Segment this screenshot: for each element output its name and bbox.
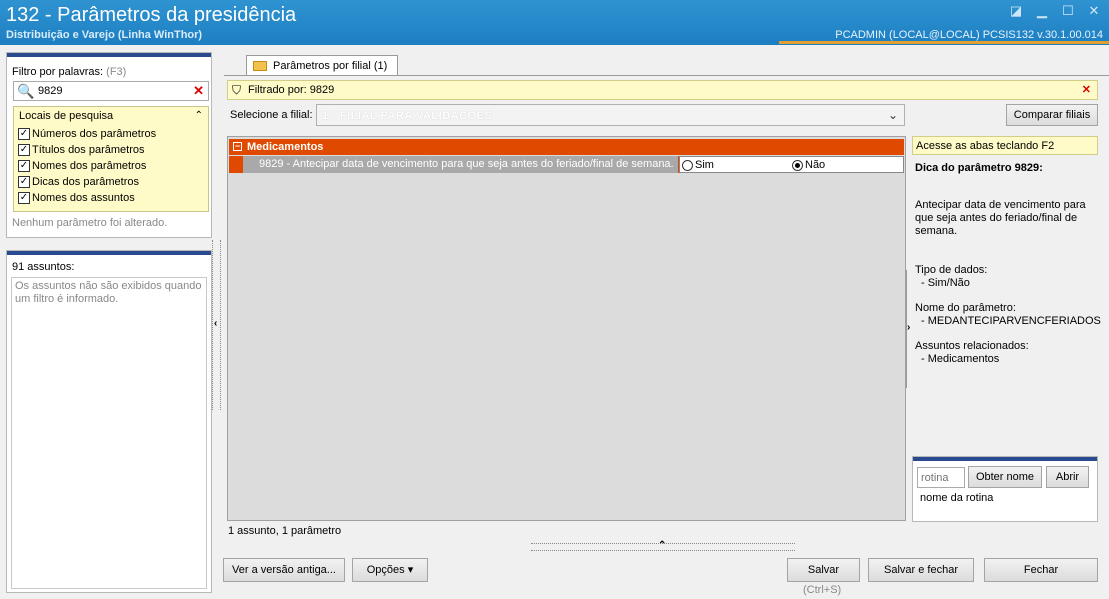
collapse-up-icon[interactable]: ⌃ bbox=[195, 110, 203, 121]
change-status: Nenhum parâmetro foi alterado. bbox=[12, 217, 168, 229]
routine-name: nome da rotina bbox=[920, 492, 994, 504]
maximize-icon[interactable]: ☐ bbox=[1061, 4, 1075, 18]
user-info: PCADMIN (LOCAL@LOCAL) PCSIS132 v.30.1.00… bbox=[835, 29, 1103, 41]
open-routine-button[interactable]: Abrir bbox=[1046, 466, 1089, 488]
chevron-left-icon[interactable]: ‹ bbox=[214, 318, 217, 329]
old-version-button[interactable]: Ver a versão antiga... bbox=[223, 558, 345, 582]
panel-header-bar bbox=[7, 53, 211, 57]
filter-info-bar: ⛉ Filtrado por: 9829 ✕ bbox=[227, 80, 1098, 100]
branch-select-value: 1 - FILIAL PARA VALIDACOES bbox=[322, 110, 493, 122]
table-row[interactable]: 9829 - Antecipar data de vencimento para… bbox=[229, 156, 904, 173]
tip-title: Dica do parâmetro 9829: bbox=[915, 162, 1043, 174]
subjects-count: 91 assuntos: bbox=[12, 261, 75, 273]
filter-shortcut-hint: (F3) bbox=[106, 66, 127, 78]
options-label: Opções bbox=[366, 564, 405, 576]
tabs-hint: Acesse as abas teclando F2 bbox=[912, 136, 1098, 155]
checkbox-label: Números dos parâmetros bbox=[32, 128, 157, 140]
radio-sim[interactable]: Sim bbox=[682, 159, 714, 171]
radio-label: Sim bbox=[695, 159, 714, 171]
options-button[interactable]: Opções ▾ bbox=[352, 558, 428, 582]
tip-text: Antecipar data de vencimento para que se… bbox=[915, 199, 1086, 237]
checkbox-label: Dicas dos parâmetros bbox=[32, 176, 139, 188]
parameter-description: 9829 - Antecipar data de vencimento para… bbox=[243, 156, 678, 173]
bottom-splitter[interactable]: ⌃ bbox=[531, 540, 795, 551]
chevron-up-icon[interactable]: ⌃ bbox=[658, 540, 666, 551]
save-button[interactable]: Salvar bbox=[787, 558, 860, 582]
save-and-close-button[interactable]: Salvar e fechar bbox=[868, 558, 974, 582]
filter-label-text: Filtro por palavras: bbox=[12, 66, 104, 78]
checkbox-label: Títulos dos parâmetros bbox=[32, 144, 145, 156]
checkbox-checked-icon[interactable]: ✓ bbox=[18, 128, 30, 140]
window-subtitle: Distribuição e Varejo (Linha WinThor) bbox=[6, 29, 203, 41]
clear-search-icon[interactable]: ✕ bbox=[193, 83, 204, 99]
radio-checked-icon[interactable] bbox=[792, 159, 803, 171]
parameter-name-value: - MEDANTECIPARVENCFERIADOS bbox=[921, 315, 1101, 327]
data-type-label: Tipo de dados: bbox=[915, 264, 988, 276]
filter-panel: Filtro por palavras: (F3) 🔍 ✕ Locais de … bbox=[6, 52, 212, 238]
checkbox-label: Nomes dos parâmetros bbox=[32, 160, 147, 172]
data-type-value: - Sim/Não bbox=[921, 277, 970, 289]
radio-nao[interactable]: Não bbox=[792, 159, 825, 171]
checkbox-checked-icon[interactable]: ✓ bbox=[18, 176, 30, 188]
tab-divider bbox=[224, 75, 1109, 76]
right-panel-splitter[interactable]: › bbox=[906, 270, 912, 388]
branch-select[interactable]: 1 - FILIAL PARA VALIDACOES ⌄ bbox=[316, 104, 905, 126]
subjects-panel: 91 assuntos: Os assuntos não são exibido… bbox=[6, 250, 212, 593]
checkbox-subject-names[interactable]: ✓ Nomes dos assuntos bbox=[18, 192, 135, 204]
panel-header-bar bbox=[7, 251, 211, 255]
routine-panel: Obter nome Abrir nome da rotina bbox=[912, 456, 1098, 522]
title-accent-bar bbox=[779, 41, 1109, 44]
search-locations-box: Locais de pesquisa ⌃ ✓ Números dos parâm… bbox=[13, 106, 209, 212]
funnel-icon: ⛉ bbox=[232, 83, 242, 97]
parameter-options: Sim Não bbox=[679, 156, 904, 173]
save-shortcut-hint: (Ctrl+S) bbox=[803, 584, 842, 596]
window-controls: ◪ ▁ ☐ ✕ bbox=[1009, 4, 1101, 18]
checkbox-parameter-titles[interactable]: ✓ Títulos dos parâmetros bbox=[18, 144, 145, 156]
title-bar: 132 - Parâmetros da presidência Distribu… bbox=[0, 0, 1109, 45]
radio-label: Não bbox=[805, 159, 826, 171]
window-title: 132 - Parâmetros da presidência bbox=[6, 4, 297, 26]
filter-label: Filtro por palavras: (F3) bbox=[12, 66, 126, 78]
sidebar-splitter[interactable]: ‹ bbox=[212, 240, 221, 410]
checkbox-parameter-names[interactable]: ✓ Nomes dos parâmetros bbox=[18, 160, 146, 172]
related-subjects-label: Assuntos relacionados: bbox=[915, 340, 1029, 352]
dropdown-arrow-icon: ▾ bbox=[407, 564, 414, 576]
folder-icon bbox=[253, 61, 267, 71]
related-subjects-value: - Medicamentos bbox=[921, 353, 1000, 365]
checkbox-checked-icon[interactable]: ✓ bbox=[18, 144, 30, 156]
chevron-down-icon[interactable]: ⌄ bbox=[888, 108, 898, 122]
compare-branches-button[interactable]: Comparar filiais bbox=[1006, 104, 1098, 126]
subjects-list[interactable]: Os assuntos não são exibidos quando um f… bbox=[11, 277, 207, 589]
checkbox-label: Nomes dos assuntos bbox=[32, 192, 135, 204]
close-button[interactable]: Fechar bbox=[984, 558, 1098, 582]
parameters-grid: − Medicamentos 9829 - Antecipar data de … bbox=[227, 136, 906, 521]
tab-branch-parameters[interactable]: Parâmetros por filial (1) bbox=[246, 55, 398, 76]
checkbox-checked-icon[interactable]: ✓ bbox=[18, 192, 30, 204]
checkbox-checked-icon[interactable]: ✓ bbox=[18, 160, 30, 172]
search-input[interactable] bbox=[38, 84, 188, 98]
radio-unchecked-icon[interactable] bbox=[682, 159, 693, 171]
collapse-group-icon[interactable]: − bbox=[233, 142, 242, 151]
get-name-button[interactable]: Obter nome bbox=[968, 466, 1042, 488]
checkbox-parameter-numbers[interactable]: ✓ Números dos parâmetros bbox=[18, 128, 156, 140]
checkbox-parameter-tips[interactable]: ✓ Dicas dos parâmetros bbox=[18, 176, 139, 188]
search-box: 🔍 ✕ bbox=[13, 81, 209, 101]
branch-label: Selecione a filial: bbox=[230, 109, 313, 121]
group-name: Medicamentos bbox=[247, 141, 324, 153]
routine-input[interactable] bbox=[917, 467, 965, 488]
group-header-medicamentos[interactable]: − Medicamentos bbox=[229, 139, 904, 155]
tab-label: Parâmetros por filial (1) bbox=[273, 60, 388, 72]
grid-status: 1 assunto, 1 parâmetro bbox=[228, 525, 342, 537]
close-icon[interactable]: ✕ bbox=[1087, 4, 1101, 18]
parameter-tip: Dica do parâmetro 9829: Antecipar data d… bbox=[915, 162, 1101, 366]
search-locations-title: Locais de pesquisa bbox=[19, 110, 114, 122]
chevron-right-icon[interactable]: › bbox=[907, 322, 910, 333]
filter-info-text: Filtrado por: 9829 bbox=[248, 84, 335, 96]
magnifier-icon: 🔍 bbox=[17, 83, 35, 99]
panel-header-bar bbox=[913, 457, 1097, 461]
parameter-name-label: Nome do parâmetro: bbox=[915, 302, 1016, 314]
clear-filter-icon[interactable]: ✕ bbox=[1082, 83, 1091, 96]
minimize-icon[interactable]: ▁ bbox=[1035, 4, 1049, 18]
restore-icon[interactable]: ◪ bbox=[1009, 4, 1023, 18]
